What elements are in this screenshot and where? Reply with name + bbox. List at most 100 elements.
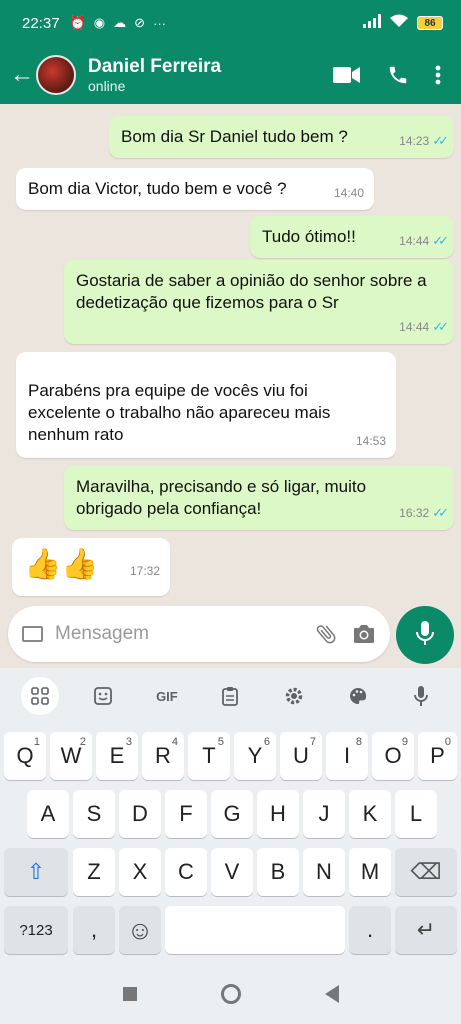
wifi-icon (389, 14, 409, 32)
status-bar: 22:37 ⏰ ◉ ☁ ⊘ ··· 86 (0, 0, 461, 46)
keyboard-toolbar: GIF (0, 668, 461, 724)
key-v[interactable]: V (211, 848, 253, 896)
voice-call-icon[interactable] (387, 64, 409, 86)
period-key[interactable]: . (349, 906, 391, 954)
keyboard-toggle-icon[interactable] (22, 626, 43, 642)
system-navigation-bar (0, 964, 461, 1024)
key-d[interactable]: D (119, 790, 161, 838)
shift-key[interactable]: ⇧ (4, 848, 68, 896)
key-b[interactable]: B (257, 848, 299, 896)
key-g[interactable]: G (211, 790, 253, 838)
voice-record-button[interactable] (396, 606, 454, 664)
message-text: Maravilha, precisando e só ligar, muito … (76, 477, 367, 518)
key-p[interactable]: P0 (418, 732, 457, 780)
cloud-icon: ☁ (113, 15, 127, 30)
signal-icon (363, 14, 381, 32)
key-l[interactable]: L (395, 790, 437, 838)
contact-info[interactable]: Daniel Ferreira online (88, 56, 221, 94)
message-bubble-incoming[interactable]: 👍👍 17:32 (12, 538, 170, 596)
key-n[interactable]: N (303, 848, 345, 896)
message-text: Parabéns pra equipe de vocês viu foi exc… (28, 381, 331, 444)
message-bubble-outgoing[interactable]: Maravilha, precisando e só ligar, muito … (64, 466, 454, 530)
key-i[interactable]: I8 (326, 732, 368, 780)
message-time: 16:32 (399, 506, 430, 520)
keyboard-row-1: Q1 W2 E3 R4 T5 Y6 U7 I8 O9 P0 (0, 732, 461, 784)
key-c[interactable]: C (165, 848, 207, 896)
key-z[interactable]: Z (73, 848, 115, 896)
message-bubble-incoming[interactable]: Bom dia Victor, tudo bem e você ? 14:40 (16, 168, 374, 210)
key-h[interactable]: H (257, 790, 299, 838)
message-time: 14:53 (355, 434, 386, 448)
key-m[interactable]: M (349, 848, 391, 896)
message-bubble-outgoing[interactable]: Tudo ótimo!! 14:44 ✓✓ (250, 216, 454, 258)
key-y[interactable]: Y6 (234, 732, 276, 780)
contact-name: Daniel Ferreira (88, 56, 222, 77)
chat-header: ← Daniel Ferreira online (0, 46, 461, 104)
key-q[interactable]: Q1 (4, 732, 46, 780)
back-arrow-icon[interactable]: ← (0, 61, 36, 89)
message-text: Bom dia Sr Daniel tudo bem ? (121, 127, 348, 146)
read-receipt-icon: ✓✓ (432, 505, 449, 520)
key-k[interactable]: K (349, 790, 391, 838)
chrome-icon: ◉ (93, 15, 106, 30)
key-u[interactable]: U7 (280, 732, 322, 780)
message-input[interactable] (55, 623, 300, 645)
message-time: 14:23 (399, 134, 430, 148)
message-bubble-outgoing[interactable]: Bom dia Sr Daniel tudo bem ? 14:23 ✓✓ (109, 116, 454, 158)
message-bubble-outgoing[interactable]: Gostaria de saber a opinião do senhor so… (64, 260, 454, 344)
message-time: 14:44 (399, 234, 430, 248)
dnd-icon: ⊘ (134, 15, 145, 30)
keyboard-row-3: ⇧ Z X C V B N M ⌫ (0, 848, 461, 900)
message-text: Gostaria de saber a opinião do senhor so… (76, 271, 427, 312)
home-button[interactable] (220, 984, 241, 1004)
key-t[interactable]: T5 (188, 732, 230, 780)
message-input-container (8, 606, 390, 662)
clipboard-icon[interactable] (211, 677, 249, 715)
camera-icon[interactable] (352, 623, 376, 645)
key-r[interactable]: R4 (142, 732, 184, 780)
sticker-icon[interactable] (84, 677, 122, 715)
voice-typing-mic-icon[interactable] (402, 677, 440, 715)
key-e[interactable]: E3 (96, 732, 138, 780)
alarm-icon: ⏰ (69, 15, 86, 30)
contact-avatar[interactable] (36, 55, 76, 95)
numbers-key[interactable]: ?123 (4, 906, 68, 954)
attach-icon[interactable] (314, 622, 338, 646)
composer-bar (0, 600, 461, 668)
key-o[interactable]: O9 (372, 732, 414, 780)
contact-status: online (88, 78, 126, 94)
soft-keyboard: Q1 W2 E3 R4 T5 Y6 U7 I8 O9 P0 A S D F G … (0, 724, 461, 964)
back-button[interactable] (324, 985, 339, 1003)
backspace-key[interactable]: ⌫ (395, 848, 457, 896)
message-list[interactable]: Bom dia Sr Daniel tudo bem ? 14:23 ✓✓ Bom… (0, 104, 461, 668)
key-x[interactable]: X (119, 848, 161, 896)
keyboard-row-2: A S D F G H J K L (0, 790, 461, 842)
key-s[interactable]: S (73, 790, 115, 838)
message-time: 14:40 (333, 186, 364, 200)
apps-grid-icon[interactable] (20, 677, 59, 715)
more-options-icon[interactable] (435, 65, 441, 85)
clock: 22:37 (22, 14, 60, 32)
microphone-icon (415, 620, 435, 651)
emoji-key[interactable]: ☺ (119, 906, 161, 954)
settings-gear-icon[interactable] (275, 677, 313, 715)
enter-key[interactable]: ↵ (395, 906, 457, 954)
thumbs-up-emoji: 👍👍 (24, 548, 99, 581)
battery-icon: 86 (417, 16, 443, 30)
space-key[interactable] (165, 906, 345, 954)
more-notifications-icon: ··· (152, 15, 166, 31)
gif-button[interactable]: GIF (148, 677, 186, 715)
recents-button[interactable] (122, 987, 137, 1001)
key-a[interactable]: A (27, 790, 69, 838)
video-call-icon[interactable] (333, 65, 361, 85)
theme-palette-icon[interactable] (339, 677, 377, 715)
message-bubble-incoming[interactable]: Parabéns pra equipe de vocês viu foi exc… (16, 352, 396, 458)
key-w[interactable]: W2 (50, 732, 92, 780)
key-j[interactable]: J (303, 790, 345, 838)
read-receipt-icon: ✓✓ (432, 133, 449, 148)
read-receipt-icon: ✓✓ (432, 233, 449, 248)
message-time: 17:32 (129, 564, 160, 578)
notification-icons: ⏰ ◉ ☁ ⊘ ··· (70, 15, 166, 31)
comma-key[interactable]: , (73, 906, 115, 954)
key-f[interactable]: F (165, 790, 207, 838)
